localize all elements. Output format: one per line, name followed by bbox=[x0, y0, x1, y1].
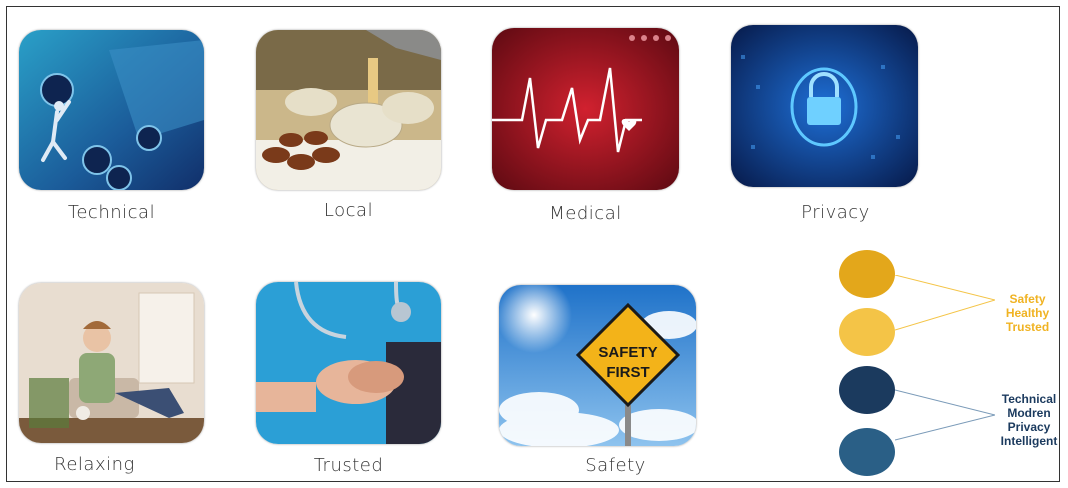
tile-relaxing-image bbox=[19, 283, 204, 443]
tile-safety-label: Safety bbox=[585, 455, 646, 476]
tile-local-image bbox=[256, 30, 441, 190]
legend-circle-3 bbox=[839, 366, 895, 414]
legend-group1-line2: Healthy bbox=[1005, 306, 1050, 320]
legend-circle-2 bbox=[839, 308, 895, 356]
tile-safety-image: SAFETY FIRST bbox=[499, 285, 696, 446]
legend-group2-text: Technical Modren Privacy Intelligent bbox=[990, 392, 1068, 448]
tile-trusted-label: Trusted bbox=[313, 455, 384, 476]
legend-connectors bbox=[895, 275, 995, 441]
legend-group1-text: Safety Healthy Trusted bbox=[990, 292, 1065, 334]
legend-group2-line2: Modren bbox=[1007, 406, 1051, 420]
legend-circle-4 bbox=[839, 428, 895, 476]
tile-medical-image bbox=[492, 28, 679, 190]
legend-group2-line4: Intelligent bbox=[1000, 434, 1058, 448]
tile-medical-label: Medical bbox=[549, 203, 622, 224]
tile-technical-image bbox=[19, 30, 204, 190]
tile-trusted-image bbox=[256, 282, 441, 444]
legend-group2-line1: Technical bbox=[1001, 392, 1057, 406]
legend-group2-line3: Privacy bbox=[1007, 420, 1051, 434]
tile-technical-label: Technical bbox=[67, 202, 156, 223]
legend-group1-line3: Trusted bbox=[1005, 320, 1050, 334]
tile-privacy-image bbox=[731, 25, 918, 187]
tile-relaxing-label: Relaxing bbox=[54, 454, 135, 475]
legend-group1-line1: Safety bbox=[1009, 292, 1046, 306]
sign-text-line1: SAFETY bbox=[598, 344, 657, 361]
tile-local-label: Local bbox=[323, 200, 374, 221]
legend-circle-1 bbox=[839, 250, 895, 298]
tile-privacy-label: Privacy bbox=[801, 202, 870, 223]
sign-text-line2: FIRST bbox=[606, 364, 649, 381]
